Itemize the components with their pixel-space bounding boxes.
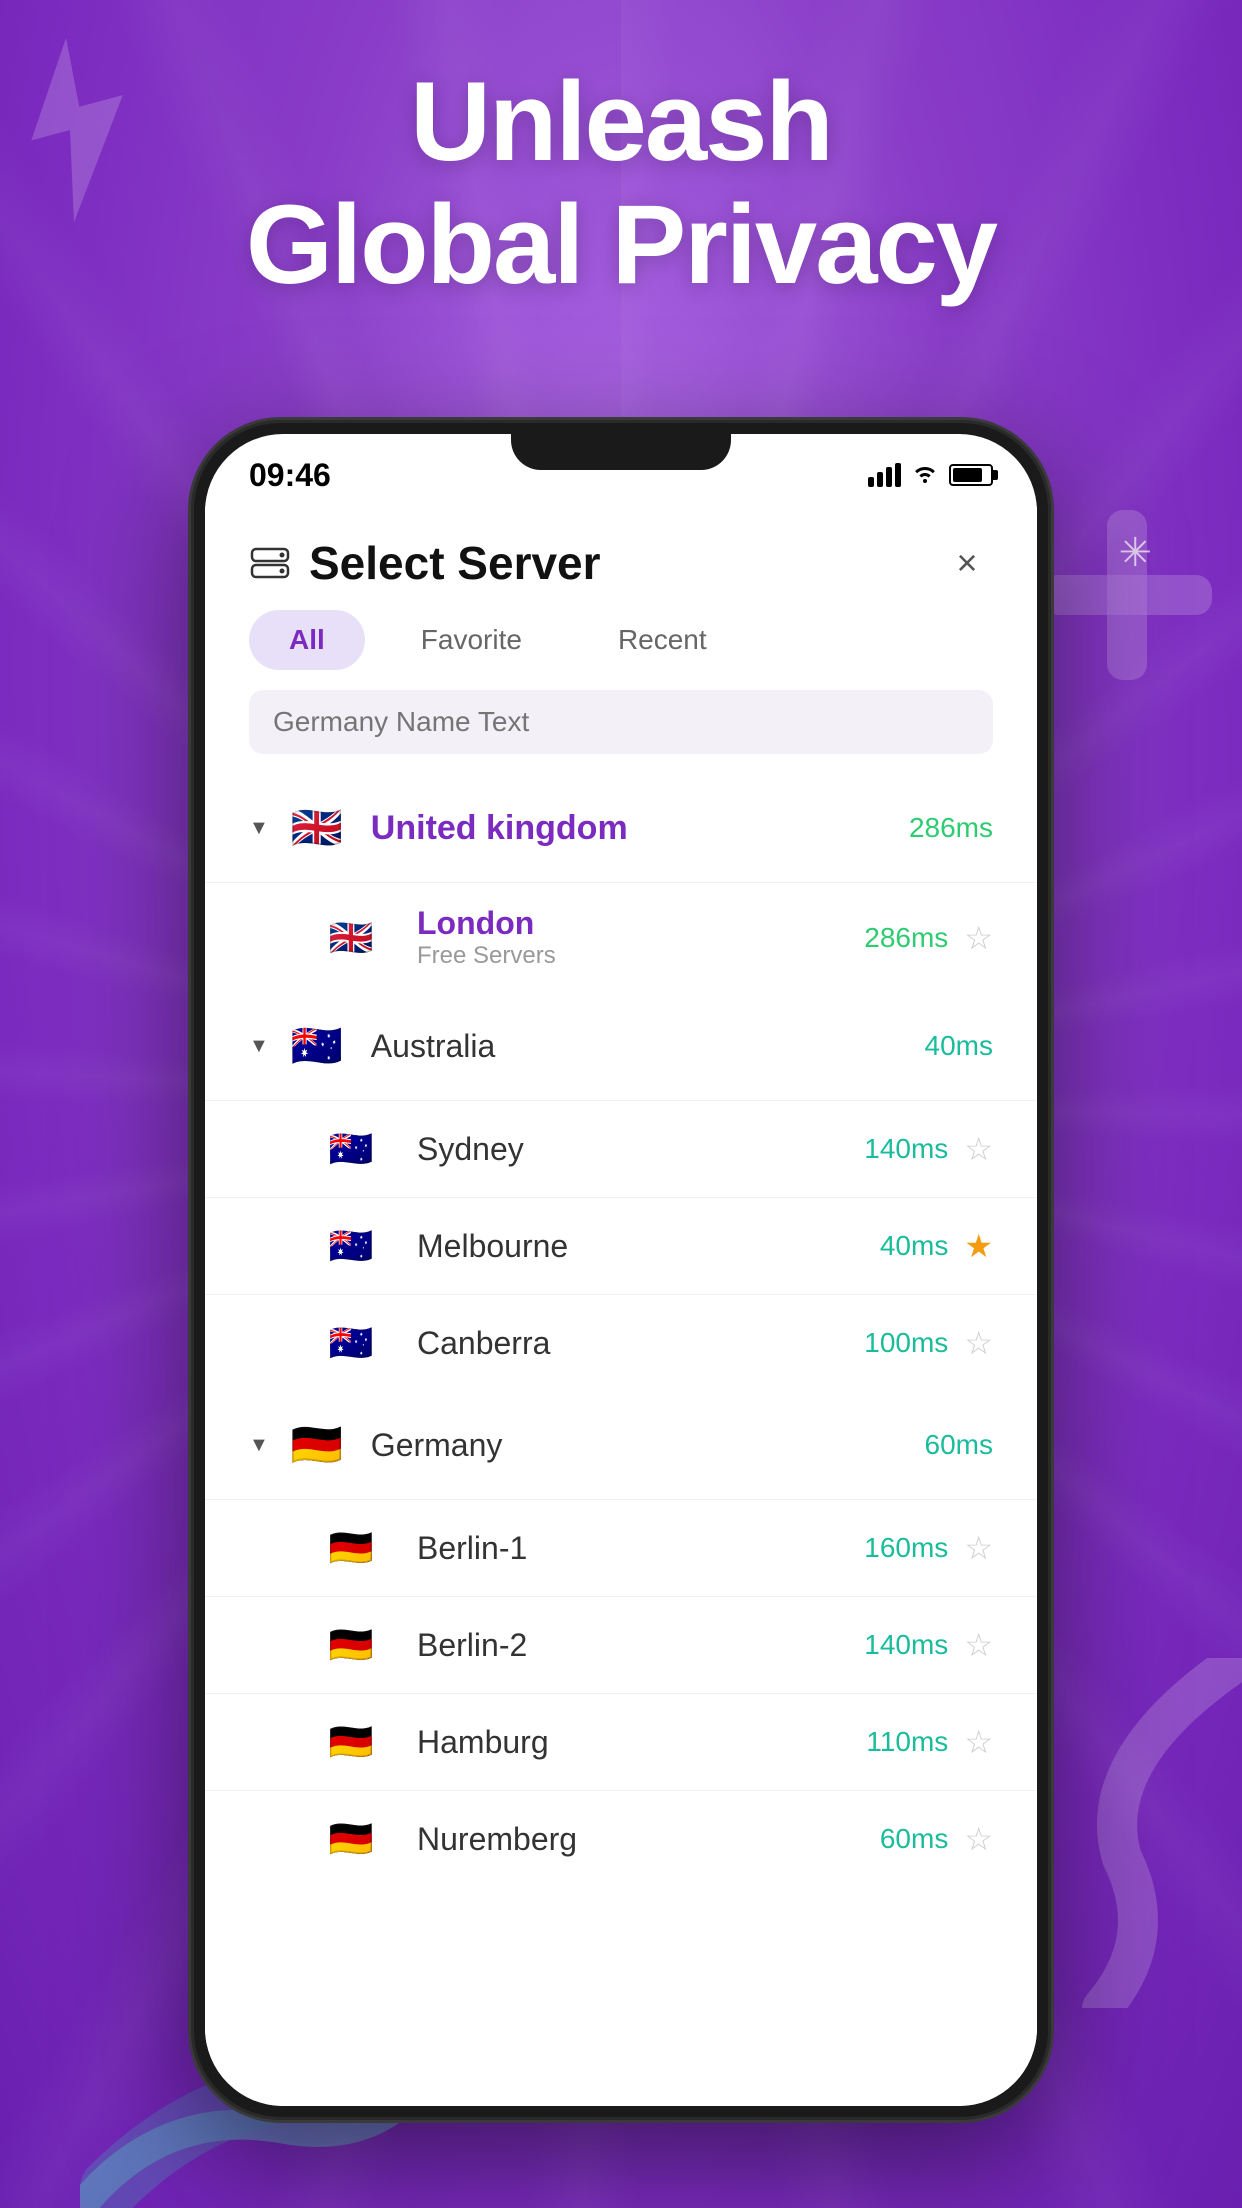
city-name-melbourne: Melbourne bbox=[417, 1228, 880, 1265]
header-title: Select Server bbox=[309, 536, 601, 590]
status-time: 09:46 bbox=[249, 457, 331, 494]
phone-screen: 09:46 bbox=[205, 434, 1037, 2106]
latency-london: 286ms bbox=[864, 922, 948, 954]
latency-berlin1: 160ms bbox=[864, 1532, 948, 1564]
header-left: Select Server bbox=[249, 536, 601, 590]
city-row-london[interactable]: 🇬🇧 London Free Servers 286ms ☆ bbox=[205, 882, 1037, 992]
city-sub-london: Free Servers bbox=[417, 942, 864, 970]
city-name-canberra: Canberra bbox=[417, 1325, 864, 1362]
star-berlin1[interactable]: ☆ bbox=[964, 1529, 993, 1567]
headline: Unleash Global Privacy bbox=[0, 60, 1242, 306]
flag-london: 🇬🇧 bbox=[325, 912, 377, 964]
country-name-uk: United kingdom bbox=[371, 809, 909, 848]
city-name-berlin2: Berlin-2 bbox=[417, 1627, 864, 1664]
latency-nuremberg: 60ms bbox=[880, 1823, 948, 1855]
star-nuremberg[interactable]: ☆ bbox=[964, 1820, 993, 1858]
city-info-berlin2: Berlin-2 bbox=[417, 1627, 864, 1664]
city-info-hamburg: Hamburg bbox=[417, 1724, 866, 1761]
flag-canberra: 🇦🇺 bbox=[325, 1317, 377, 1369]
star-berlin2[interactable]: ☆ bbox=[964, 1626, 993, 1664]
city-row-canberra[interactable]: 🇦🇺 Canberra 100ms ☆ bbox=[205, 1294, 1037, 1391]
star-hamburg[interactable]: ☆ bbox=[964, 1723, 993, 1761]
flag-hamburg: 🇩🇪 bbox=[325, 1716, 377, 1768]
country-name-de: Germany bbox=[371, 1427, 503, 1464]
wifi-icon bbox=[911, 461, 939, 490]
sparkle-decoration: ✳ bbox=[1118, 530, 1152, 576]
app-content: Select Server × All Favorite Recent ▼ bbox=[205, 506, 1037, 2106]
tab-favorite[interactable]: Favorite bbox=[381, 610, 562, 670]
latency-sydney: 140ms bbox=[864, 1133, 948, 1165]
tab-all[interactable]: All bbox=[249, 610, 365, 670]
tab-recent[interactable]: Recent bbox=[578, 610, 747, 670]
city-name-nuremberg: Nuremberg bbox=[417, 1821, 880, 1858]
city-name-sydney: Sydney bbox=[417, 1131, 864, 1168]
flag-uk: 🇬🇧 bbox=[285, 796, 349, 860]
flag-melbourne: 🇦🇺 bbox=[325, 1220, 377, 1272]
background: ✳ Unleash Global Privacy 09:46 bbox=[0, 0, 1242, 2208]
latency-uk: 286ms bbox=[909, 812, 993, 844]
tab-bar: All Favorite Recent bbox=[205, 610, 1037, 670]
star-sydney[interactable]: ☆ bbox=[964, 1130, 993, 1168]
latency-canberra: 100ms bbox=[864, 1327, 948, 1359]
city-info-sydney: Sydney bbox=[417, 1131, 864, 1168]
city-row-berlin1[interactable]: 🇩🇪 Berlin-1 160ms ☆ bbox=[205, 1499, 1037, 1596]
server-icon bbox=[249, 542, 291, 584]
search-input[interactable] bbox=[249, 690, 993, 754]
flag-au: 🇦🇺 bbox=[285, 1014, 349, 1078]
curve-decoration bbox=[1042, 1658, 1242, 2008]
battery-icon bbox=[949, 464, 993, 486]
country-row-au[interactable]: ▼ 🇦🇺 Australia 40ms bbox=[205, 992, 1037, 1100]
city-row-melbourne[interactable]: 🇦🇺 Melbourne 40ms ★ bbox=[205, 1197, 1037, 1294]
city-info-nuremberg: Nuremberg bbox=[417, 1821, 880, 1858]
city-row-hamburg[interactable]: 🇩🇪 Hamburg 110ms ☆ bbox=[205, 1693, 1037, 1790]
flag-de: 🇩🇪 bbox=[285, 1413, 349, 1477]
server-list: ▼ 🇬🇧 United kingdom 286ms 🇬🇧 London Free… bbox=[205, 764, 1037, 1897]
chevron-down-icon: ▼ bbox=[249, 817, 269, 840]
chevron-down-icon-de: ▼ bbox=[249, 1434, 269, 1457]
phone-frame: 09:46 bbox=[191, 420, 1051, 2120]
city-name-berlin1: Berlin-1 bbox=[417, 1530, 864, 1567]
app-header: Select Server × bbox=[205, 506, 1037, 610]
latency-hamburg: 110ms bbox=[866, 1726, 948, 1758]
city-row-sydney[interactable]: 🇦🇺 Sydney 140ms ☆ bbox=[205, 1100, 1037, 1197]
city-row-berlin2[interactable]: 🇩🇪 Berlin-2 140ms ☆ bbox=[205, 1596, 1037, 1693]
star-canberra[interactable]: ☆ bbox=[964, 1324, 993, 1362]
chevron-down-icon-au: ▼ bbox=[249, 1035, 269, 1058]
city-name-london: London bbox=[417, 905, 864, 942]
headline-line2: Global Privacy bbox=[246, 182, 996, 307]
city-info-melbourne: Melbourne bbox=[417, 1228, 880, 1265]
city-info-london: London Free Servers bbox=[417, 905, 864, 970]
latency-au: 40ms bbox=[925, 1030, 993, 1062]
city-name-hamburg: Hamburg bbox=[417, 1724, 866, 1761]
signal-icon bbox=[868, 463, 901, 487]
headline-line1: Unleash bbox=[410, 59, 832, 184]
city-info-canberra: Canberra bbox=[417, 1325, 864, 1362]
country-name-au: Australia bbox=[371, 1028, 496, 1065]
notch bbox=[511, 434, 731, 470]
star-london[interactable]: ☆ bbox=[964, 919, 993, 957]
flag-berlin2: 🇩🇪 bbox=[325, 1619, 377, 1671]
flag-nuremberg: 🇩🇪 bbox=[325, 1813, 377, 1865]
city-row-nuremberg[interactable]: 🇩🇪 Nuremberg 60ms ☆ bbox=[205, 1790, 1037, 1887]
latency-de: 60ms bbox=[925, 1429, 993, 1461]
country-row-de[interactable]: ▼ 🇩🇪 Germany 60ms bbox=[205, 1391, 1037, 1499]
status-icons bbox=[868, 461, 993, 490]
close-button[interactable]: × bbox=[941, 537, 993, 589]
country-row-uk[interactable]: ▼ 🇬🇧 United kingdom 286ms bbox=[205, 774, 1037, 882]
flag-berlin1: 🇩🇪 bbox=[325, 1522, 377, 1574]
star-melbourne[interactable]: ★ bbox=[964, 1227, 993, 1265]
city-info-berlin1: Berlin-1 bbox=[417, 1530, 864, 1567]
plus-decoration bbox=[1032, 500, 1222, 690]
flag-sydney: 🇦🇺 bbox=[325, 1123, 377, 1175]
latency-melbourne: 40ms bbox=[880, 1230, 948, 1262]
latency-berlin2: 140ms bbox=[864, 1629, 948, 1661]
